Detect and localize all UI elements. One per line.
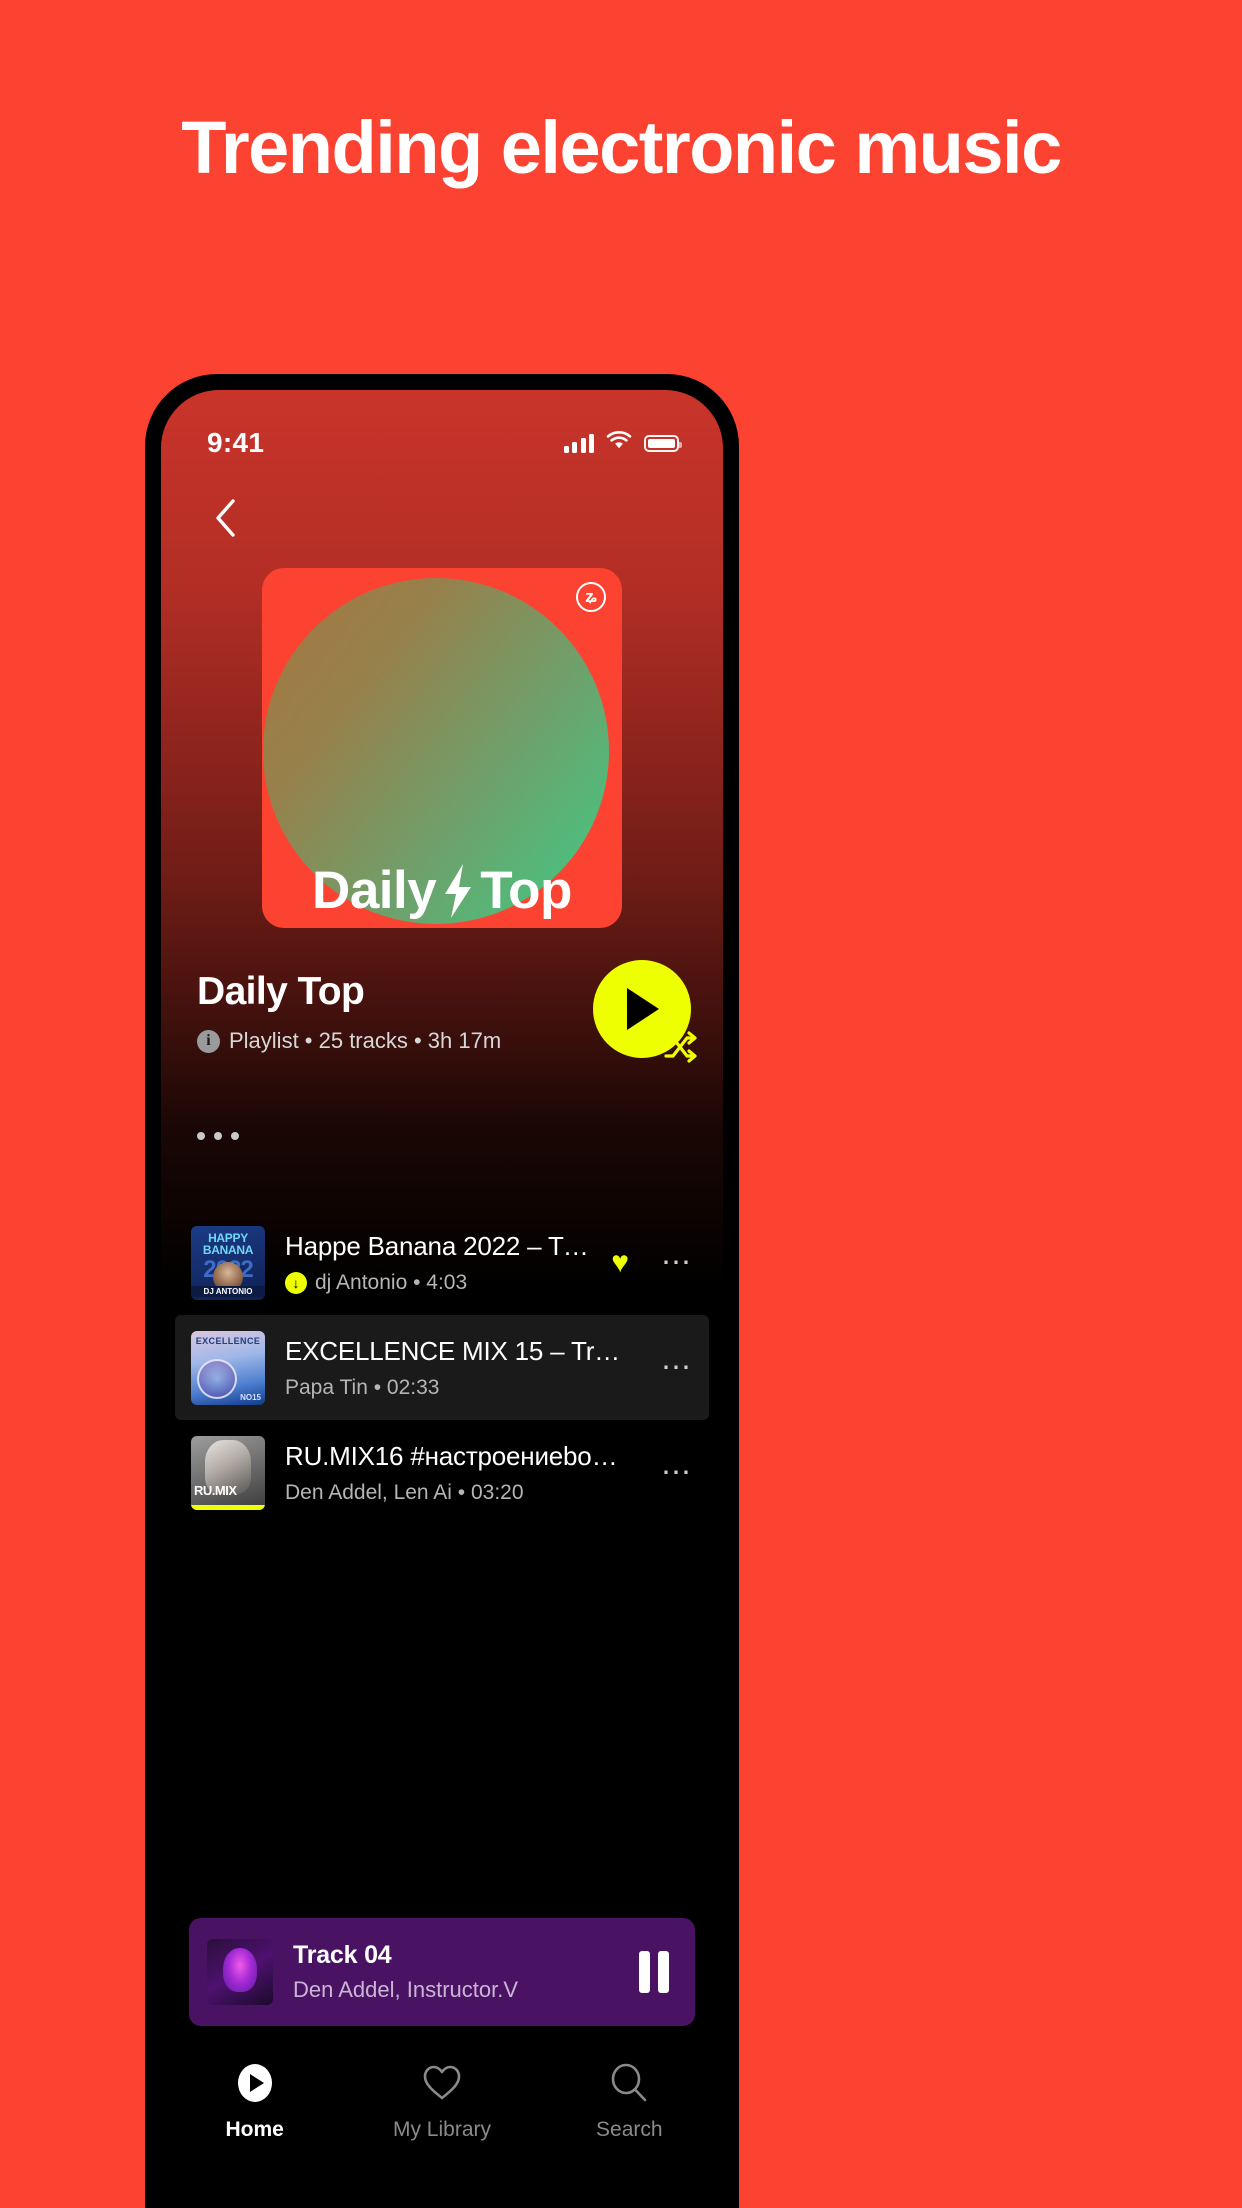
thumb-line-top: RU.MIX (194, 1482, 237, 1498)
table-row[interactable]: HAPPY BANANA 2022 DJ ANTONIO Happe Banan… (175, 1210, 709, 1315)
playlist-more-dots[interactable] (197, 1132, 239, 1140)
info-icon[interactable]: i (197, 1029, 220, 1053)
phone-screen: 9:41 ʑ Daily Top Daily Top i Playlist • … (161, 390, 723, 2208)
nav-bar (161, 482, 723, 558)
play-circle-icon (234, 2062, 276, 2104)
track-subtitle: dj Antonio • 4:03 (315, 1270, 468, 1294)
table-row[interactable]: EXCELLENCE NO15 EXCELLENCE MIX 15 – Trac… (175, 1315, 709, 1420)
lightning-bolt-icon (438, 863, 478, 919)
play-icon (627, 988, 659, 1030)
track-info: Happe Banana 2022 – Track 5 ↓ dj Antonio… (285, 1231, 591, 1295)
track-subtitle: Den Addel, Len Ai • 03:20 (285, 1480, 524, 1504)
play-button[interactable] (593, 960, 697, 1063)
mask-artwork (207, 1939, 273, 2005)
track-title: RU.MIX16 #настроениеbossanova... (285, 1440, 629, 1471)
dot-3 (231, 1132, 239, 1140)
signal-bars-icon (563, 433, 594, 453)
playlist-meta: Daily Top i Playlist • 25 tracks • 3h 17… (197, 960, 697, 1090)
album-art-title: Daily Top (262, 860, 622, 921)
thumb-line-bottom: NO15 (240, 1392, 261, 1402)
track-subtitle: Papa Tin • 02:33 (285, 1375, 440, 1399)
thumb-line-bottom: DJ ANTONIO (191, 1285, 265, 1297)
dot-2 (214, 1132, 222, 1140)
thumb-ferris-wheel (197, 1358, 237, 1399)
track-info: EXCELLENCE MIX 15 – Track 1 Papa Tin • 0… (285, 1336, 629, 1400)
thumb-ru-mix: RU.MIX (191, 1435, 265, 1510)
mask-shape (223, 1948, 257, 1992)
heart-outline-icon (421, 2062, 463, 2104)
mini-player-title: Track 04 (293, 1941, 392, 1969)
status-bar-icons (563, 431, 682, 455)
mini-player-artist: Den Addel, Instructor.V (293, 1977, 519, 2002)
mini-player[interactable]: Track 04 Den Addel, Instructor.V (189, 1918, 695, 2026)
kebab-menu-icon[interactable]: ⋯ (649, 1352, 693, 1383)
track-title: EXCELLENCE MIX 15 – Track 1 (285, 1335, 629, 1366)
status-bar: 9:41 (161, 390, 723, 474)
album-art[interactable]: ʑ Daily Top (262, 568, 622, 928)
track-subtitle-row: Den Addel, Len Ai • 03:20 (285, 1481, 629, 1505)
search-icon (608, 2062, 650, 2104)
thumb-line-top: EXCELLENCE (195, 1335, 261, 1346)
back-button[interactable] (197, 490, 253, 546)
download-circle-icon: ↓ (285, 1271, 307, 1294)
kebab-menu-icon[interactable]: ⋯ (649, 1457, 693, 1488)
album-art-title-left: Daily (312, 861, 437, 920)
album-art-canvas: ʑ Daily Top (262, 568, 622, 928)
shazam-badge-icon: ʑ (576, 582, 606, 612)
phone-mockup: 9:41 ʑ Daily Top Daily Top i Playlist • … (145, 374, 739, 2208)
track-title: Happe Banana 2022 – Track 5 (285, 1230, 591, 1261)
pause-icon[interactable] (639, 1951, 669, 1993)
wifi-icon (606, 431, 632, 455)
dot-1 (197, 1132, 205, 1140)
thumb-excellence: EXCELLENCE NO15 (191, 1330, 265, 1405)
shuffle-icon[interactable] (663, 1030, 697, 1064)
tab-search[interactable]: Search (536, 2062, 723, 2208)
tab-home[interactable]: Home (161, 2062, 348, 2208)
track-subtitle-row: ↓ dj Antonio • 4:03 (285, 1271, 591, 1295)
thumb-happy-banana: HAPPY BANANA 2022 DJ ANTONIO (191, 1225, 265, 1300)
track-subtitle-row: Papa Tin • 02:33 (285, 1376, 629, 1400)
tab-home-label: Home (225, 2118, 284, 2141)
battery-icon (644, 434, 682, 452)
kebab-menu-icon[interactable]: ⋯ (649, 1247, 693, 1278)
playlist-subtitle: Playlist • 25 tracks • 3h 17m (229, 1028, 502, 1053)
status-bar-time: 9:41 (207, 427, 265, 458)
thumb-line-top: HAPPY BANANA (202, 1230, 254, 1258)
promo-headline: Trending electronic music (181, 106, 1062, 189)
mini-player-text: Track 04 Den Addel, Instructor.V (293, 1941, 619, 2003)
tab-my-library-label: My Library (392, 2118, 491, 2141)
track-info: RU.MIX16 #настроениеbossanova... Den Add… (285, 1441, 629, 1505)
heart-filled-icon[interactable]: ♥ (611, 1247, 629, 1278)
tab-my-library[interactable]: My Library (348, 2062, 535, 2208)
table-row[interactable]: RU.MIX RU.MIX16 #настроениеbossanova... … (175, 1420, 709, 1525)
bottom-tab-bar: Home My Library Search (161, 2040, 723, 2208)
thumb-accent-bar (191, 1504, 265, 1510)
chevron-left-icon (216, 499, 235, 537)
tab-search-label: Search (596, 2118, 663, 2141)
album-art-title-right: Top (480, 861, 572, 920)
